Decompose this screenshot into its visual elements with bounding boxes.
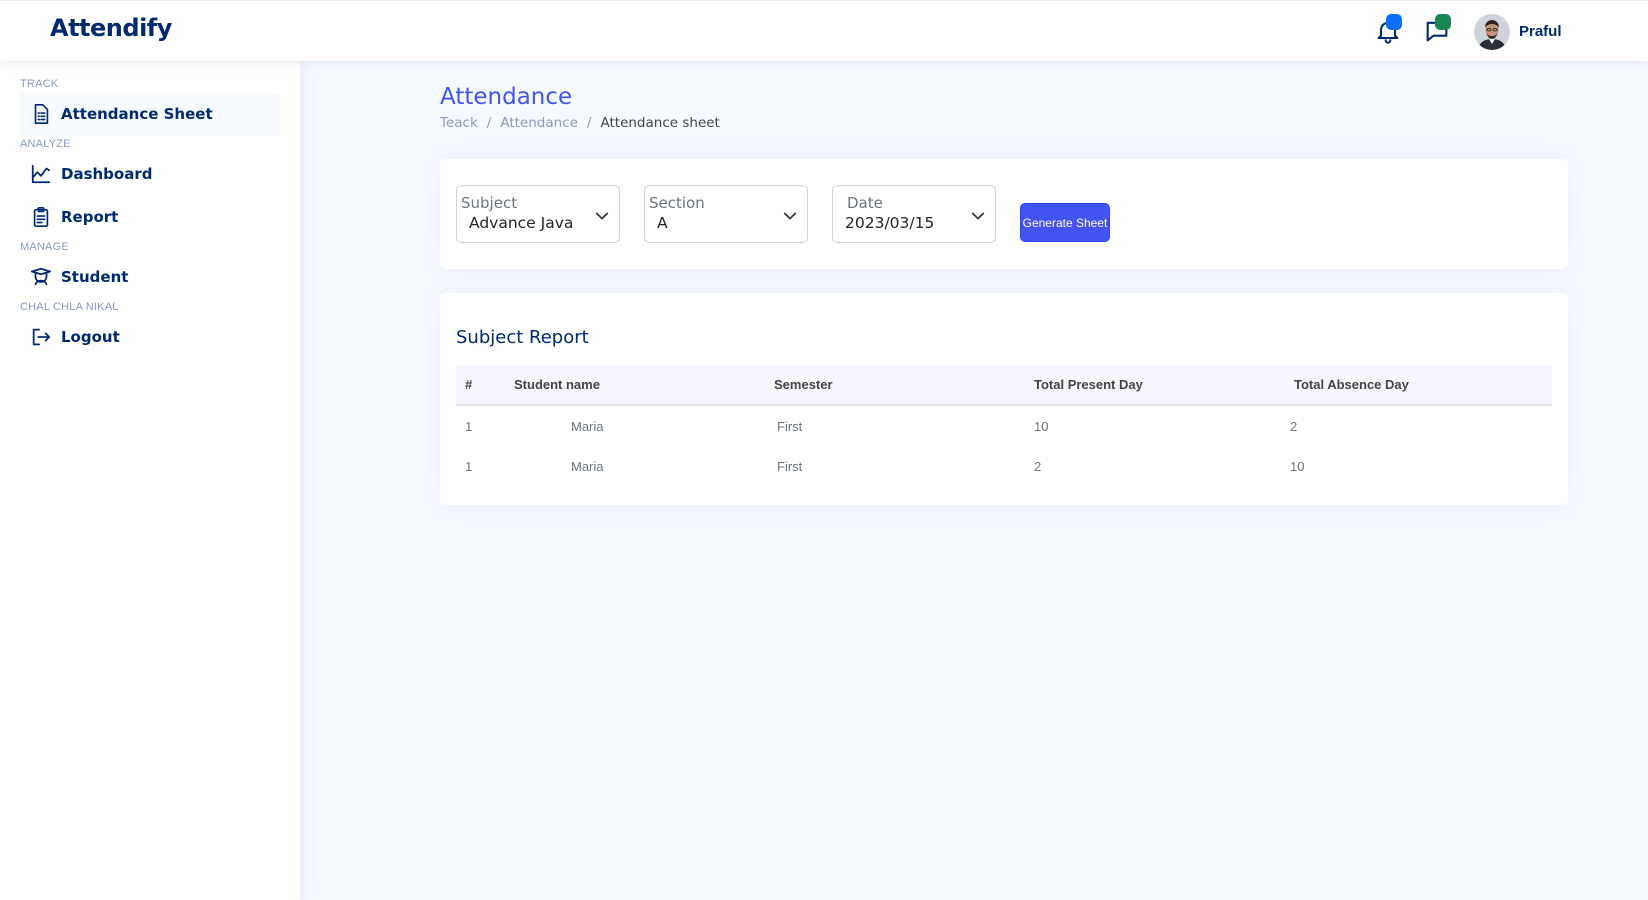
message-badge	[1435, 14, 1451, 30]
cell-number: 1	[465, 459, 473, 474]
column-header-total-present-day: Total Present Day	[1034, 377, 1143, 392]
cell-total-present-day: 2	[1034, 459, 1042, 474]
logout-icon	[30, 326, 52, 348]
section-select[interactable]: Section A	[644, 185, 808, 243]
breadcrumb-separator: /	[586, 115, 592, 131]
cell-total-present-day: 10	[1034, 418, 1049, 434]
report-table: # Student name Semester Total Present Da…	[456, 365, 1552, 487]
sidebar-item-student[interactable]: Student	[20, 256, 280, 299]
generate-sheet-button[interactable]: Generate Sheet	[1020, 203, 1110, 242]
cell-student-name: Maria	[571, 459, 604, 474]
sidebar-item-label: Attendance Sheet	[61, 105, 213, 123]
subject-report-card: Subject Report # Student name Semester T…	[440, 293, 1568, 505]
column-header-semester: Semester	[774, 377, 833, 392]
table-row: 1 Maria First 10 2	[456, 405, 1552, 446]
cell-number: 1	[465, 418, 473, 434]
nav-heading-analyze: ANALYZE	[20, 138, 71, 150]
subject-select-value: Advance Java	[469, 214, 574, 232]
avatar[interactable]	[1474, 14, 1510, 50]
column-header-student-name: Student name	[514, 377, 600, 392]
chevron-down-icon	[595, 208, 609, 222]
sidebar-item-logout[interactable]: Logout	[20, 316, 280, 359]
notification-badge	[1386, 14, 1402, 30]
chevron-down-icon	[783, 208, 797, 222]
breadcrumb-current: Attendance sheet	[600, 115, 720, 131]
date-select-value: 2023/03/15	[845, 214, 935, 232]
top-header: Attendify Praful	[0, 0, 1648, 61]
section-select-label: Section	[649, 194, 705, 212]
subject-select[interactable]: Subject Advance Java	[456, 185, 620, 243]
cell-student-name: Maria	[571, 418, 604, 434]
clipboard-icon	[30, 206, 52, 228]
sidebar-item-report[interactable]: Report	[20, 196, 280, 239]
breadcrumb-item-teack[interactable]: Teack	[440, 115, 478, 131]
cell-total-absence-day: 2	[1290, 418, 1298, 434]
cell-semester: First	[777, 459, 803, 474]
column-header-total-absence-day: Total Absence Day	[1294, 377, 1409, 392]
table-header-row: # Student name Semester Total Present Da…	[456, 365, 1552, 405]
page-title: Attendance	[440, 84, 573, 110]
document-icon	[30, 103, 52, 125]
breadcrumb-separator: /	[486, 115, 492, 131]
chevron-down-icon	[971, 208, 985, 222]
breadcrumb: Teack / Attendance / Attendance sheet	[440, 115, 720, 131]
section-select-value: A	[657, 214, 668, 232]
sidebar-item-attendance-sheet[interactable]: Attendance Sheet	[20, 93, 280, 136]
chart-icon	[30, 163, 52, 185]
student-icon	[30, 266, 52, 288]
user-name[interactable]: Praful	[1519, 23, 1562, 40]
sidebar: TRACK Attendance Sheet ANALYZE Dashboard	[0, 61, 300, 900]
app-logo[interactable]: Attendify	[50, 14, 172, 42]
subject-select-label: Subject	[461, 194, 518, 212]
sidebar-item-label: Dashboard	[61, 165, 153, 183]
filter-card: Subject Advance Java Section A Date 2023…	[440, 159, 1568, 269]
cell-semester: First	[777, 418, 803, 434]
sidebar-item-label: Report	[61, 208, 119, 226]
nav-heading-track: TRACK	[20, 78, 59, 90]
nav-heading-chal-chla-nikal: CHAL CHLA NIKAL	[20, 301, 119, 313]
breadcrumb-item-attendance[interactable]: Attendance	[500, 115, 578, 131]
sidebar-item-dashboard[interactable]: Dashboard	[20, 153, 280, 196]
sidebar-item-label: Logout	[61, 328, 120, 346]
date-select-label: Date	[847, 194, 883, 212]
column-header-number: #	[465, 377, 473, 392]
nav-heading-manage: MANAGE	[20, 241, 69, 253]
table-row: 1 Maria First 2 10	[456, 446, 1552, 487]
sidebar-item-label: Student	[61, 268, 129, 286]
report-title: Subject Report	[456, 327, 589, 348]
date-select[interactable]: Date 2023/03/15	[832, 185, 996, 243]
cell-total-absence-day: 10	[1290, 459, 1305, 474]
